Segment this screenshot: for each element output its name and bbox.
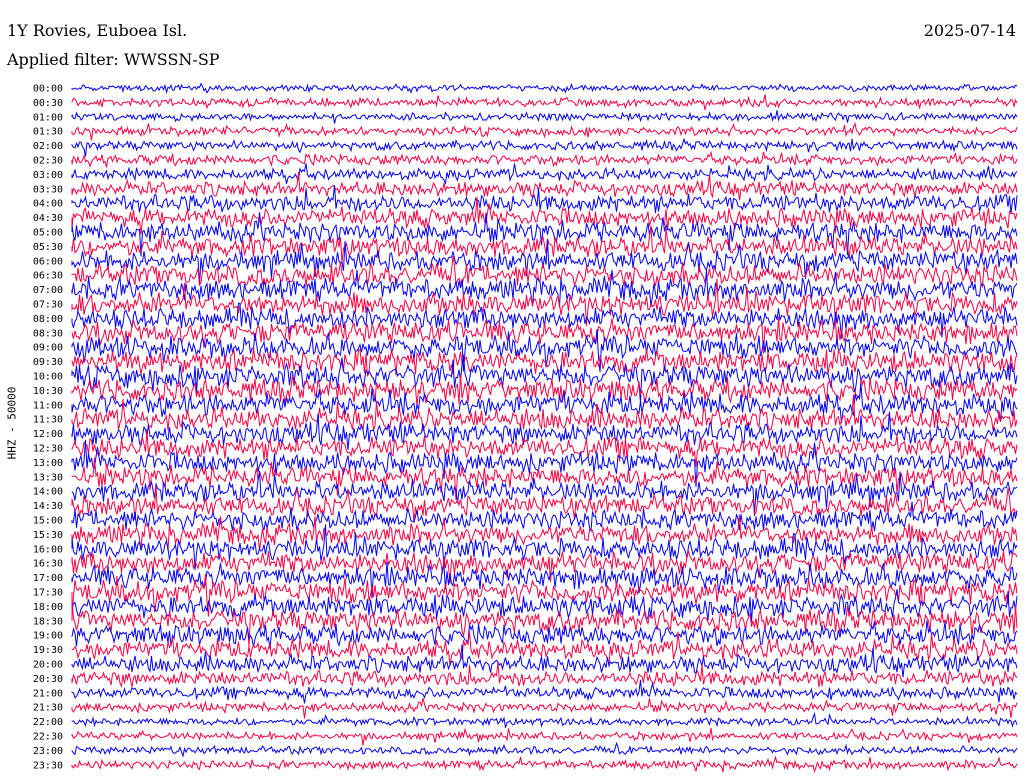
- row-time-label: 09:00: [33, 343, 63, 354]
- row-time-label: 07:30: [33, 300, 63, 311]
- row-time-label: 00:00: [33, 84, 63, 95]
- row-time-label: 06:30: [33, 271, 63, 282]
- row-time-label: 03:00: [33, 170, 63, 181]
- row-time-label: 16:30: [33, 559, 63, 570]
- date-label: 2025-07-14: [923, 21, 1016, 40]
- row-time-label: 14:30: [33, 501, 63, 512]
- row-time-label: 19:30: [33, 645, 63, 656]
- trace-line: [71, 727, 1018, 746]
- row-time-label: 08:00: [33, 314, 63, 325]
- trace-line: [71, 185, 1018, 215]
- row-time-label: 04:00: [33, 199, 63, 210]
- trace-line: [71, 212, 1018, 257]
- row-time-label: 09:30: [33, 357, 63, 368]
- filter-line: Applied filter: WWSSN-SP: [7, 51, 220, 69]
- trace-line: [71, 82, 1018, 95]
- row-time-label: 17:30: [33, 588, 63, 599]
- row-time-label: 07:00: [33, 285, 63, 296]
- row-time-label: 00:30: [33, 98, 63, 109]
- trace-line: [71, 755, 1018, 774]
- trace-line: [71, 150, 1018, 168]
- station-title: 1Y Rovies, Euboea Isl.: [7, 21, 188, 40]
- row-time-label: 10:30: [33, 386, 63, 397]
- row-time-label: 12:00: [33, 429, 63, 440]
- filter-label: Applied filter:: [7, 50, 119, 69]
- row-time-label: 23:30: [33, 760, 63, 771]
- row-time-label: 02:00: [33, 141, 63, 152]
- trace-line: [71, 110, 1018, 124]
- row-time-label: 17:00: [33, 573, 63, 584]
- trace-line: [71, 662, 1018, 689]
- row-time-label: 19:00: [33, 631, 63, 642]
- row-time-label: 06:00: [33, 256, 63, 267]
- row-time-label: 21:30: [33, 703, 63, 714]
- trace-line: [71, 163, 1018, 185]
- row-time-label: 22:00: [33, 717, 63, 728]
- row-time-label: 23:00: [33, 746, 63, 757]
- trace-line: [71, 741, 1018, 758]
- row-time-label: 08:30: [33, 328, 63, 339]
- row-time-label: 15:30: [33, 530, 63, 541]
- trace-line: [71, 94, 1018, 111]
- trace-line: [71, 394, 1018, 433]
- row-time-label: 01:00: [33, 112, 63, 123]
- filter-name: WWSSN-SP: [123, 50, 220, 69]
- row-time-label: 13:00: [33, 458, 63, 469]
- row-time-label: 15:00: [33, 516, 63, 527]
- row-time-label: 05:30: [33, 242, 63, 253]
- trace-line: [71, 172, 1018, 201]
- row-time-label: 14:00: [33, 487, 63, 498]
- trace-line: [71, 121, 1018, 141]
- trace-line: [71, 411, 1018, 450]
- row-time-label: 16:00: [33, 544, 63, 555]
- row-time-label: 18:30: [33, 616, 63, 627]
- row-time-label: 18:00: [33, 602, 63, 613]
- trace-line: [71, 373, 1018, 407]
- trace-line: [71, 697, 1018, 719]
- y-axis-label: HHZ - 50000: [5, 386, 19, 460]
- trace-line: [71, 514, 1018, 551]
- row-time-label: 11:30: [33, 415, 63, 426]
- row-time-label: 21:00: [33, 688, 63, 699]
- helicorder-plot: 00:00 00:30 01:00 01:30 02:00 02:30 03:00 03:30…: [33, 82, 1018, 774]
- row-time-label: 20:30: [33, 674, 63, 685]
- row-time-label: 12:30: [33, 444, 63, 455]
- row-time-label: 10:00: [33, 372, 63, 383]
- row-time-label: 11:00: [33, 400, 63, 411]
- trace-line: [71, 711, 1018, 728]
- trace-line: [71, 137, 1018, 157]
- row-time-label: 02:30: [33, 156, 63, 167]
- row-time-label: 03:30: [33, 184, 63, 195]
- row-time-label: 04:30: [33, 213, 63, 224]
- row-time-label: 01:30: [33, 127, 63, 138]
- row-time-label: 13:30: [33, 472, 63, 483]
- row-time-label: 20:00: [33, 660, 63, 671]
- row-time-label: 22:30: [33, 732, 63, 743]
- row-time-label: 05:00: [33, 228, 63, 239]
